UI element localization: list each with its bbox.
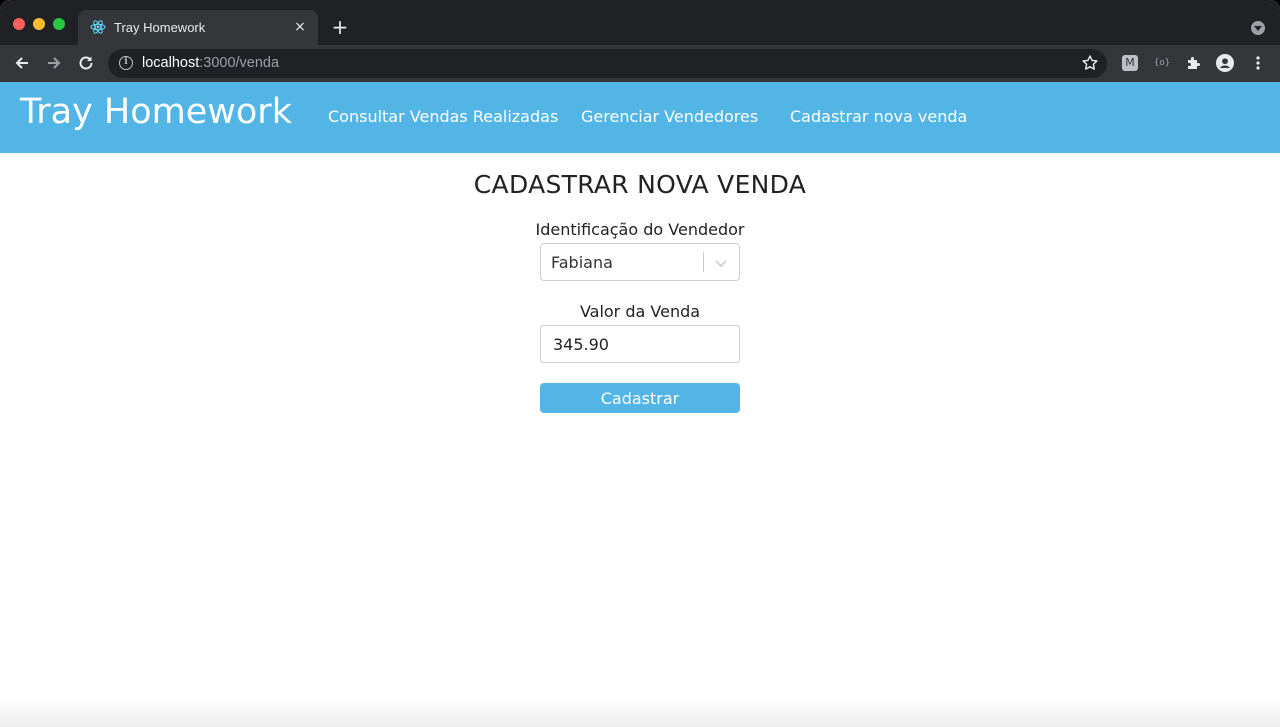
page-title: CADASTRAR NOVA VENDA bbox=[473, 170, 807, 199]
extension-m-icon[interactable]: M bbox=[1121, 54, 1139, 72]
forward-button[interactable] bbox=[43, 52, 65, 74]
tab-strip: Tray Homework × + bbox=[0, 0, 1280, 45]
reload-icon bbox=[79, 56, 93, 70]
tab-title: Tray Homework bbox=[114, 20, 206, 35]
info-icon[interactable]: i bbox=[119, 56, 133, 70]
close-window-button[interactable] bbox=[13, 18, 25, 30]
browser-tab[interactable]: Tray Homework × bbox=[78, 10, 318, 45]
seller-label: Identificação do Vendedor bbox=[535, 220, 745, 239]
fullscreen-window-button[interactable] bbox=[53, 18, 65, 30]
nav-consultar-vendas[interactable]: Consultar Vendas Realizadas bbox=[328, 107, 558, 126]
react-icon bbox=[90, 20, 106, 34]
seller-select-value: Fabiana bbox=[551, 253, 613, 272]
select-separator bbox=[703, 252, 704, 272]
cadastrar-button[interactable]: Cadastrar bbox=[540, 383, 740, 413]
chevron-down-icon[interactable] bbox=[712, 254, 730, 272]
main-content: CADASTRAR NOVA VENDA Identificação do Ve… bbox=[0, 153, 1280, 727]
more-menu-icon[interactable] bbox=[1249, 54, 1267, 72]
app-navbar: Tray Homework Consultar Vendas Realizada… bbox=[0, 82, 1280, 153]
bottom-shadow bbox=[0, 697, 1280, 727]
arrow-right-icon bbox=[48, 57, 61, 69]
tab-search-icon[interactable] bbox=[1251, 21, 1265, 35]
url-host: localhost bbox=[142, 55, 200, 71]
window-controls bbox=[13, 18, 65, 30]
reload-button[interactable] bbox=[75, 52, 97, 74]
nav-gerenciar-vendedores[interactable]: Gerenciar Vendedores bbox=[581, 107, 758, 126]
sale-value-input[interactable] bbox=[540, 325, 740, 363]
browser-window: Tray Homework × + i localhost:3000/venda… bbox=[0, 0, 1280, 727]
extension-json-icon[interactable]: {o} bbox=[1153, 54, 1171, 72]
profile-avatar-icon[interactable] bbox=[1216, 54, 1234, 72]
back-button[interactable] bbox=[11, 52, 33, 74]
url-text: localhost:3000/venda bbox=[142, 55, 279, 71]
arrow-left-icon bbox=[15, 57, 28, 69]
browser-toolbar: i localhost:3000/venda M {o} bbox=[0, 45, 1280, 82]
url-path: :3000/venda bbox=[199, 55, 280, 71]
seller-select[interactable]: Fabiana bbox=[540, 243, 740, 281]
nav-cadastrar-venda[interactable]: Cadastrar nova venda bbox=[790, 107, 967, 126]
bookmark-star-icon[interactable] bbox=[1081, 54, 1099, 72]
puzzle-icon[interactable] bbox=[1185, 54, 1203, 72]
close-tab-icon[interactable]: × bbox=[292, 19, 308, 35]
minimize-window-button[interactable] bbox=[33, 18, 45, 30]
brand-title[interactable]: Tray Homework bbox=[20, 92, 292, 132]
address-bar[interactable]: i localhost:3000/venda bbox=[108, 49, 1107, 78]
value-label: Valor da Venda bbox=[579, 302, 701, 321]
new-tab-button[interactable]: + bbox=[330, 17, 350, 37]
